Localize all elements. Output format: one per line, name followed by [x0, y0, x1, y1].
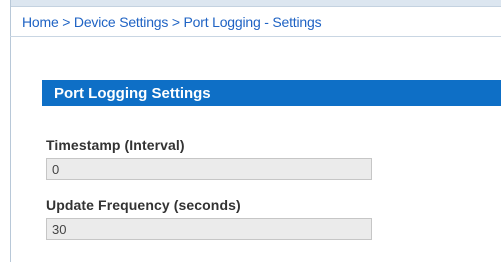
- timestamp-interval-label: Timestamp (Interval): [46, 137, 185, 153]
- breadcrumb-device-settings-link[interactable]: Device Settings: [74, 14, 168, 30]
- timestamp-interval-field[interactable]: 0: [46, 158, 372, 180]
- breadcrumb-home-link[interactable]: Home: [22, 14, 59, 30]
- breadcrumb: Home > Device Settings > Port Logging - …: [10, 7, 501, 37]
- breadcrumb-current-page: Port Logging - Settings: [183, 13, 322, 30]
- timestamp-interval-value: 0: [52, 161, 60, 177]
- breadcrumb-separator: >: [58, 13, 74, 30]
- top-strip: [10, 0, 501, 7]
- update-frequency-label: Update Frequency (seconds): [46, 197, 241, 213]
- update-frequency-value: 30: [52, 221, 67, 237]
- breadcrumb-separator: >: [168, 13, 184, 30]
- page-frame: Home > Device Settings > Port Logging - …: [0, 0, 501, 262]
- update-frequency-field[interactable]: 30: [46, 218, 372, 240]
- panel-title-text: Port Logging Settings: [54, 84, 211, 102]
- left-border: [10, 0, 11, 262]
- panel-title: Port Logging Settings: [42, 80, 501, 106]
